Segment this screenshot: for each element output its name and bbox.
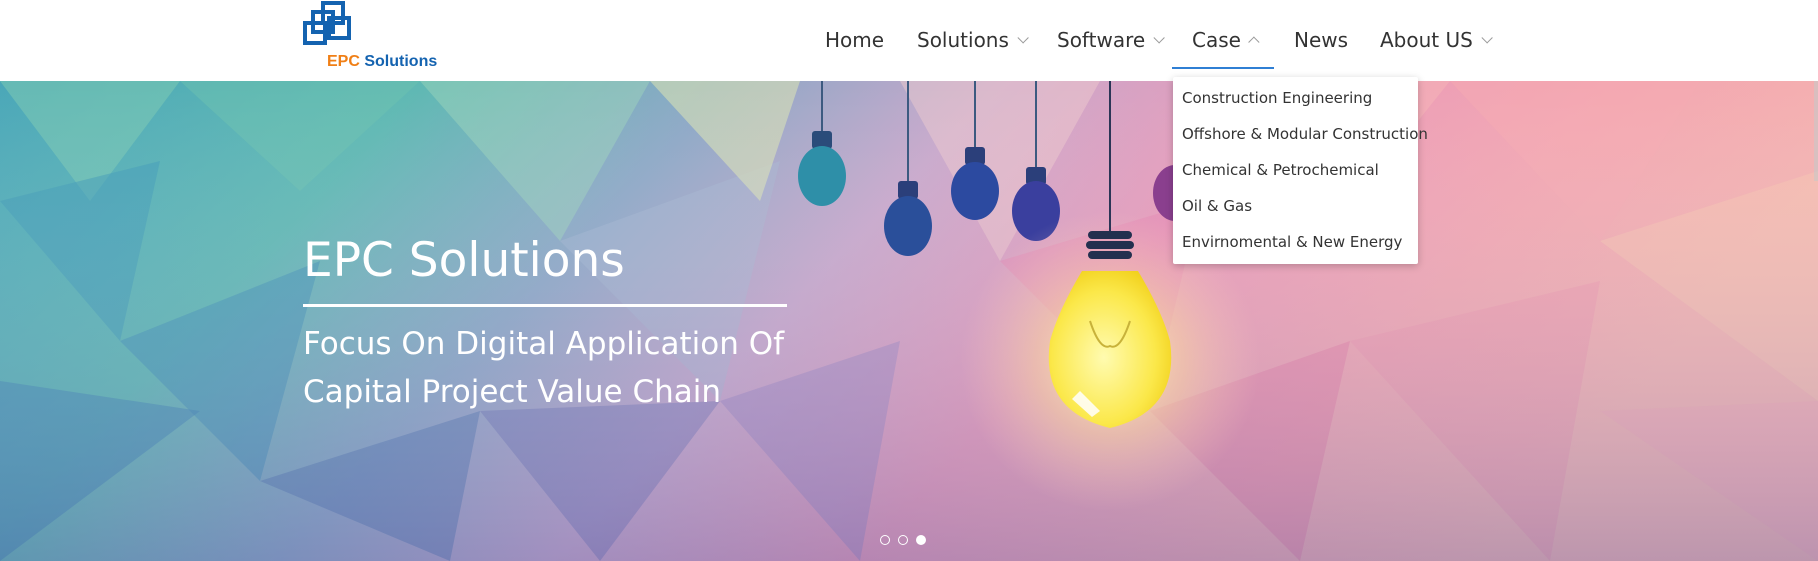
- nav-news-label: News: [1294, 28, 1349, 52]
- carousel-dot-3[interactable]: [916, 535, 926, 545]
- nav-active-underline: [1172, 67, 1274, 69]
- dropdown-item-construction-engineering[interactable]: Construction Engineering: [1182, 89, 1372, 107]
- carousel-dot-2[interactable]: [898, 535, 908, 545]
- nav-case-label: Case: [1192, 28, 1241, 52]
- dropdown-item-offshore-modular[interactable]: Offshore & Modular Construction: [1182, 125, 1428, 143]
- dropdown-item-chemical-petrochemical[interactable]: Chemical & Petrochemical: [1182, 161, 1379, 179]
- nav-case[interactable]: Case: [1192, 28, 1260, 52]
- page-scrollbar[interactable]: [1814, 81, 1818, 181]
- hero-title: EPC Solutions: [303, 233, 625, 288]
- chevron-up-icon: [1248, 36, 1260, 48]
- chevron-down-icon: [1017, 32, 1029, 44]
- nav-software[interactable]: Software: [1057, 28, 1165, 52]
- chevron-down-icon: [1481, 32, 1493, 44]
- nav-about[interactable]: About US: [1380, 28, 1493, 52]
- dropdown-item-oil-gas[interactable]: Oil & Gas: [1182, 197, 1252, 215]
- case-dropdown-menu: Construction Engineering Offshore & Modu…: [1173, 77, 1428, 264]
- nav-solutions[interactable]: Solutions: [917, 28, 1029, 52]
- main-nav: Home Solutions Software Case News About …: [0, 0, 1818, 81]
- nav-home-label: Home: [825, 28, 885, 52]
- dropdown-item-environmental-energy[interactable]: Envirnomental & New Energy: [1182, 233, 1402, 251]
- hero-divider: [303, 304, 787, 307]
- site-header: EPC Solutions Home Solutions Software Ca…: [0, 0, 1818, 81]
- carousel-indicators: [880, 535, 930, 547]
- nav-home[interactable]: Home: [825, 28, 884, 52]
- nav-news[interactable]: News: [1294, 28, 1348, 52]
- hero-banner: EPC Solutions Focus On Digital Applicati…: [0, 81, 1818, 561]
- hero-background-image: [0, 81, 1818, 561]
- nav-software-label: Software: [1057, 28, 1146, 52]
- nav-solutions-label: Solutions: [917, 28, 1009, 52]
- carousel-dot-1[interactable]: [880, 535, 890, 545]
- chevron-down-icon: [1153, 32, 1165, 44]
- nav-about-label: About US: [1380, 28, 1473, 52]
- hero-subtitle: Focus On Digital Application Of Capital …: [303, 326, 785, 410]
